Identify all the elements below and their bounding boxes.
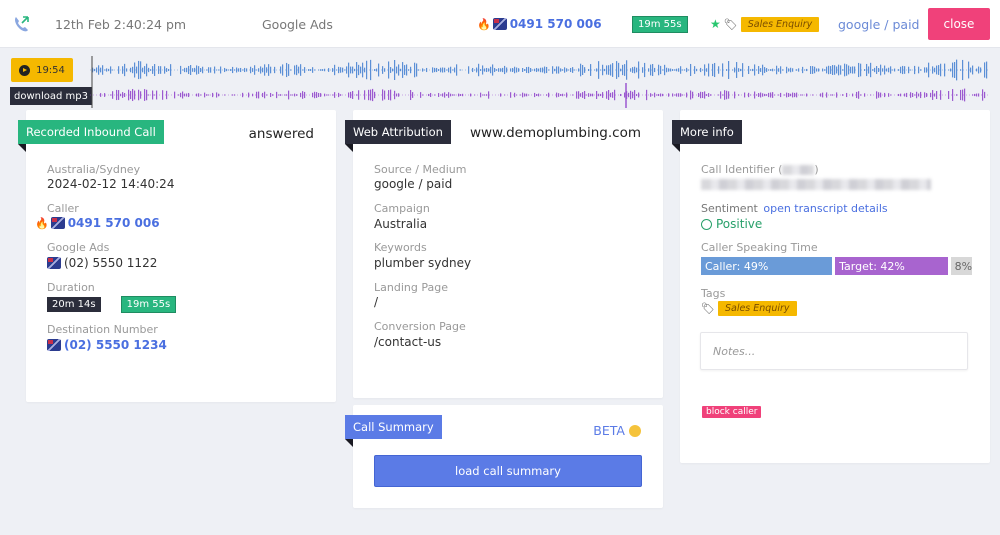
close-button[interactable]: close (928, 8, 990, 40)
source-number-row: (02) 5550 1122 (47, 256, 157, 270)
caller-label: Caller (47, 202, 79, 215)
play-time: 19:54 (36, 64, 65, 76)
fire-icon: 🔥 (35, 216, 49, 230)
call-identifier-value (701, 179, 931, 193)
load-call-summary-button[interactable]: load call summary (374, 455, 642, 487)
call-summary-title: Call Summary (345, 415, 442, 447)
tag-group: ★ 🏷 Sales Enquiry (710, 0, 820, 48)
caller-number-link[interactable]: 0491 570 006 (68, 216, 160, 230)
sentiment-value: Positive (716, 217, 763, 231)
beta-label: BETA (593, 423, 641, 438)
more-info-title: More info (672, 120, 742, 152)
call-identifier-close: ) (814, 163, 819, 176)
top-bar: 12th Feb 2:40:24 pm Google Ads 🔥 0491 57… (0, 0, 1000, 48)
destination-number-link[interactable]: (02) 5550 1234 (64, 338, 167, 352)
notes-input[interactable]: Notes... (700, 332, 968, 370)
caller-speaking-bar: Caller: 49% (701, 257, 833, 275)
conversion-page-value: /contact-us (374, 335, 442, 349)
redacted-identifier (782, 164, 815, 175)
incoming-call-icon (15, 16, 29, 32)
call-source: Google Ads (262, 16, 333, 32)
speaking-time-label: Caller Speaking Time (701, 241, 818, 254)
beta-text: BETA (593, 423, 625, 438)
star-icon[interactable]: ★ (710, 17, 721, 31)
download-mp3-button[interactable]: download mp3 (10, 87, 92, 105)
source-medium-label: Source / Medium (374, 163, 467, 176)
thinking-emoji-icon (629, 424, 641, 437)
call-status: answered (248, 126, 314, 142)
call-datetime: 12th Feb 2:40:24 pm (55, 16, 187, 32)
landing-page-value: / (374, 295, 379, 309)
block-caller-button[interactable]: block caller (702, 406, 762, 418)
recorded-call-title: Recorded Inbound Call (18, 120, 164, 152)
conversion-page-label: Conversion Page (374, 320, 466, 333)
play-button[interactable]: 19:54 (11, 58, 73, 82)
timezone: Australia/Sydney (47, 163, 141, 176)
caller-number-group: 🔥 0491 570 006 (477, 0, 602, 48)
au-flag-icon (47, 257, 61, 269)
tags-row: 🏷 Sales Enquiry (701, 301, 797, 316)
caller-number-row: 🔥 0491 570 006 (35, 216, 160, 230)
tag-icon: 🏷 (723, 17, 738, 31)
waveform[interactable] (90, 54, 990, 108)
campaign-label: Campaign (374, 202, 430, 215)
sales-enquiry-tag[interactable]: Sales Enquiry (717, 301, 797, 316)
open-transcript-link[interactable]: open transcript details (763, 202, 887, 215)
attribution-text: google / paid (838, 16, 920, 32)
fire-icon: 🔥 (477, 17, 491, 31)
sales-enquiry-tag[interactable]: Sales Enquiry (740, 16, 820, 32)
duration-label: Duration (47, 281, 95, 294)
source-medium-value: google / paid (374, 177, 453, 191)
talk-duration-badge: 19m 55s (120, 296, 177, 313)
duration-row: 20m 14s 19m 55s (47, 296, 177, 313)
au-flag-icon (492, 18, 507, 30)
source-label: Google Ads (47, 241, 110, 254)
au-flag-icon (50, 217, 65, 229)
duration-badge: 19m 55s (632, 15, 688, 33)
play-icon (19, 64, 31, 76)
destination-row: (02) 5550 1234 (47, 338, 167, 352)
smiley-icon (701, 218, 712, 230)
target-speaking-bar: Target: 42% (835, 257, 948, 275)
sentiment-row: Sentiment open transcript details (701, 202, 888, 215)
audio-player: 19:54 download mp3 (0, 54, 1000, 108)
web-attribution-card: Web Attribution www.demoplumbing.com Sou… (345, 110, 663, 398)
other-speaking-bar: 8% (950, 257, 972, 275)
recorded-call-card: Recorded Inbound Call answered Australia… (18, 110, 336, 402)
call-datetime-full: 2024-02-12 14:40:24 (47, 177, 175, 191)
campaign-value: Australia (374, 217, 428, 231)
source-number: (02) 5550 1122 (64, 256, 158, 270)
tags-label: Tags (701, 287, 726, 300)
web-attribution-title: Web Attribution (345, 120, 451, 152)
keywords-value: plumber sydney (374, 256, 472, 270)
call-identifier-label: Call Identifier ( (701, 163, 783, 176)
keywords-label: Keywords (374, 241, 427, 254)
redacted-identifier-value (701, 179, 931, 190)
tag-icon: 🏷 (701, 302, 715, 315)
landing-page-label: Landing Page (374, 281, 448, 294)
attribution-domain: www.demoplumbing.com (469, 125, 641, 141)
sentiment-label: Sentiment (701, 202, 758, 215)
ring-duration-badge: 20m 14s (47, 297, 101, 312)
call-identifier-label-row: Call Identifier ( ) (701, 163, 819, 176)
au-flag-icon (47, 339, 61, 351)
destination-label: Destination Number (47, 323, 158, 336)
caller-number-link[interactable]: 0491 570 006 (510, 17, 602, 31)
sentiment-value-row: Positive (701, 217, 762, 231)
